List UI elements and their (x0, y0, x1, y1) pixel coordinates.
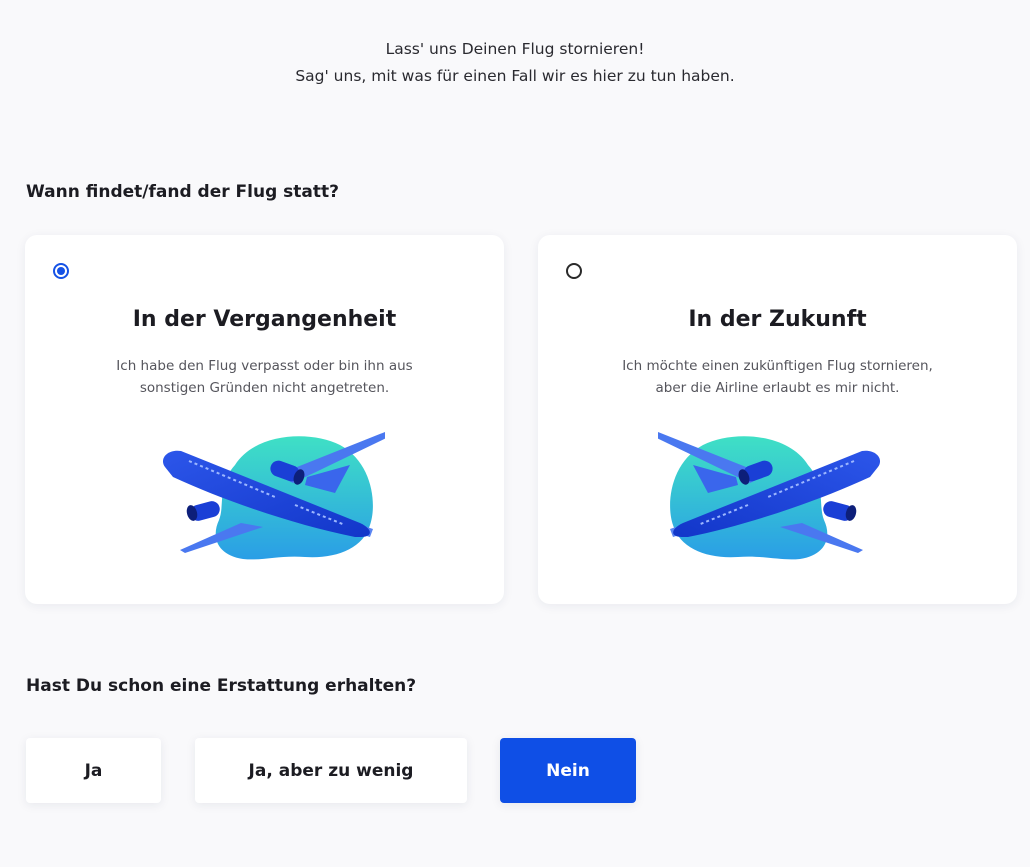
intro-text: Lass' uns Deinen Flug stornieren! Sag' u… (0, 36, 1030, 90)
flight-time-question-heading: Wann findet/fand der Flug statt? (26, 182, 339, 202)
answer-no-button[interactable]: Nein (500, 738, 636, 803)
option-title-past: In der Vergangenheit (132, 307, 397, 332)
option-card-future[interactable]: In der Zukunft Ich möchte einen zukünfti… (538, 235, 1017, 604)
option-card-past[interactable]: In der Vergangenheit Ich habe den Flug v… (25, 235, 504, 604)
intro-line-2: Sag' uns, mit was für einen Fall wir es … (295, 67, 735, 85)
option-description-future: Ich möchte einen zukünftigen Flug storni… (538, 355, 1017, 399)
airplane-descending-illustration (658, 431, 881, 560)
radio-button-future[interactable] (566, 263, 582, 279)
option-description-line: aber die Airline erlaubt es mir nicht. (655, 380, 900, 396)
radio-button-past[interactable] (53, 263, 69, 279)
option-description-line: Ich möchte einen zukünftigen Flug storni… (622, 358, 933, 374)
option-description-line: Ich habe den Flug verpasst oder bin ihn … (116, 358, 413, 374)
refund-question-heading: Hast Du schon eine Erstattung erhalten? (26, 676, 417, 696)
answer-yes-too-little-button[interactable]: Ja, aber zu wenig (195, 738, 467, 803)
airplane-ascending-illustration (162, 431, 385, 560)
answer-yes-button[interactable]: Ja (26, 738, 161, 803)
option-description-past: Ich habe den Flug verpasst oder bin ihn … (25, 355, 504, 399)
intro-line-1: Lass' uns Deinen Flug stornieren! (385, 40, 645, 58)
option-description-line: sonstigen Gründen nicht angetreten. (139, 380, 390, 396)
option-title-future: In der Zukunft (688, 307, 867, 332)
